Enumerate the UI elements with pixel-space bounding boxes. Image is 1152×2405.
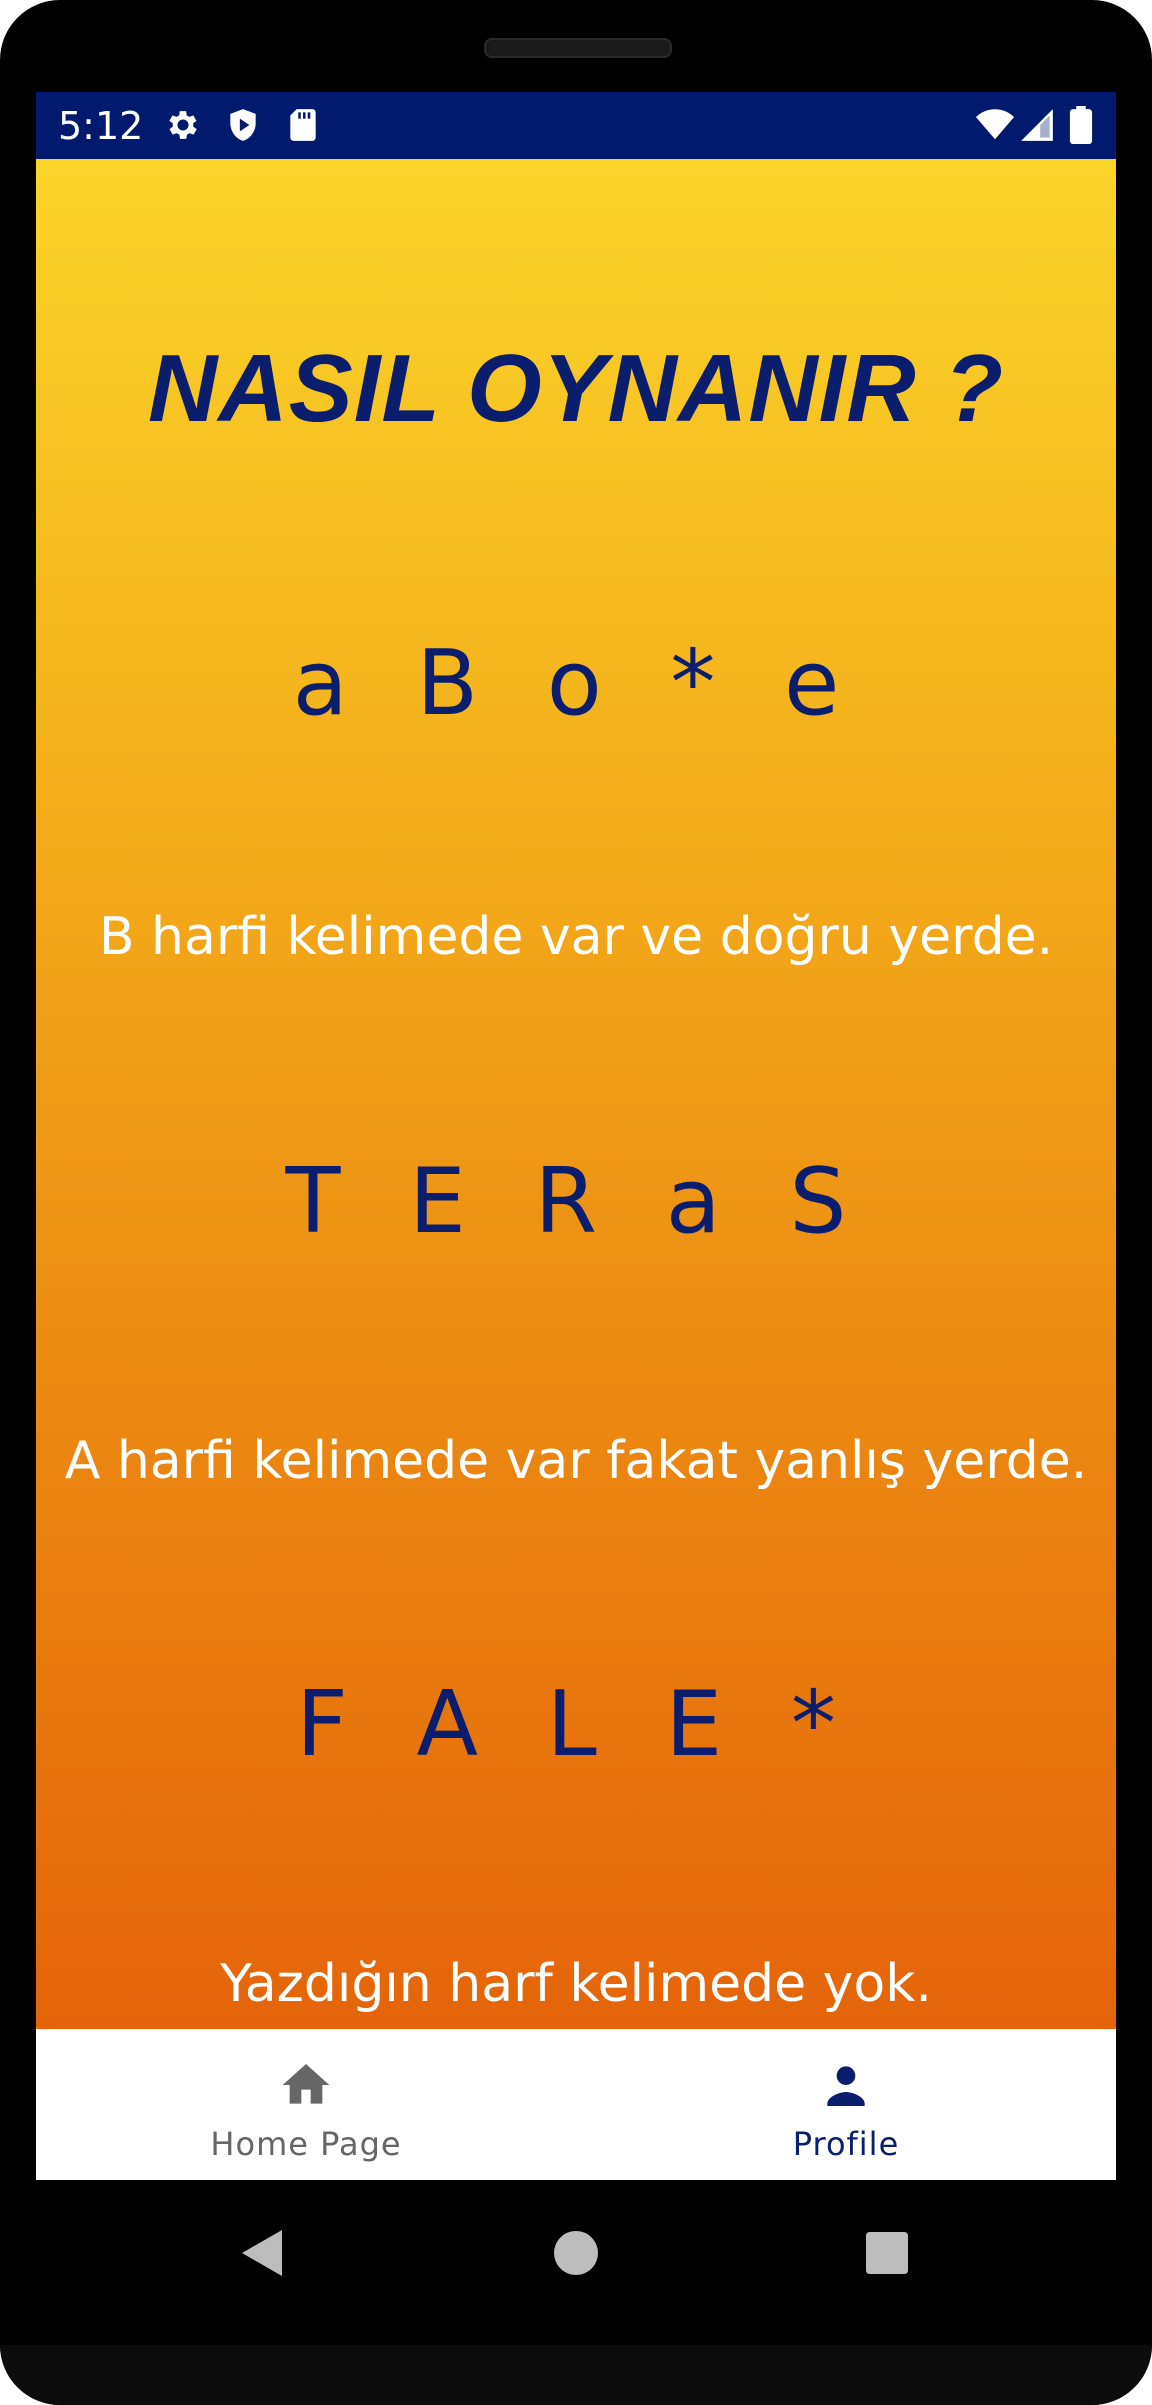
person-icon: [827, 2066, 865, 2106]
recents-icon[interactable]: [866, 2232, 908, 2274]
sd-card-icon: [290, 109, 316, 141]
gear-icon: [169, 111, 197, 139]
battery-icon: [1069, 106, 1093, 144]
screen: 5:12 NASIL OYNANIR ? a B o * e B harfi k…: [36, 92, 1116, 2180]
status-time: 5:12: [58, 104, 144, 148]
nav-label-home: Home Page: [210, 2125, 402, 2163]
bottom-navigation: Home Page Profile: [36, 2029, 1116, 2180]
example-hint-correct: B harfi kelimede var ve doğru yerde.: [98, 907, 1054, 967]
system-navigation-bar: [0, 2180, 1152, 2340]
example-word-misplaced: T E R a S: [285, 1149, 867, 1254]
example-hint-misplaced: A harfi kelimede var fakat yanlış yerde.: [64, 1431, 1088, 1491]
back-icon[interactable]: [238, 2226, 286, 2280]
wifi-icon: [976, 109, 1014, 140]
shield-play-icon: [230, 109, 256, 141]
example-word-absent: F A L E *: [296, 1672, 856, 1777]
example-word-correct: a B o * e: [292, 631, 860, 736]
cell-signal-icon: [1021, 109, 1053, 141]
home-circle-icon[interactable]: [554, 2231, 598, 2275]
example-hint-absent: Yazdığın harf kelimede yok.: [220, 1954, 932, 2014]
nav-item-home[interactable]: Home Page: [36, 2029, 576, 2180]
device-bottom-edge: [0, 2345, 1152, 2405]
how-to-play-panel: NASIL OYNANIR ? a B o * e B harfi kelime…: [36, 159, 1116, 2029]
device-frame: 5:12 NASIL OYNANIR ? a B o * e B harfi k…: [0, 0, 1152, 2405]
page-title: NASIL OYNANIR ?: [148, 335, 1004, 442]
nav-item-profile[interactable]: Profile: [576, 2029, 1116, 2180]
home-icon: [282, 2064, 330, 2104]
nav-label-profile: Profile: [792, 2125, 900, 2163]
earpiece-speaker: [484, 38, 672, 58]
status-bar: 5:12: [36, 92, 1116, 159]
